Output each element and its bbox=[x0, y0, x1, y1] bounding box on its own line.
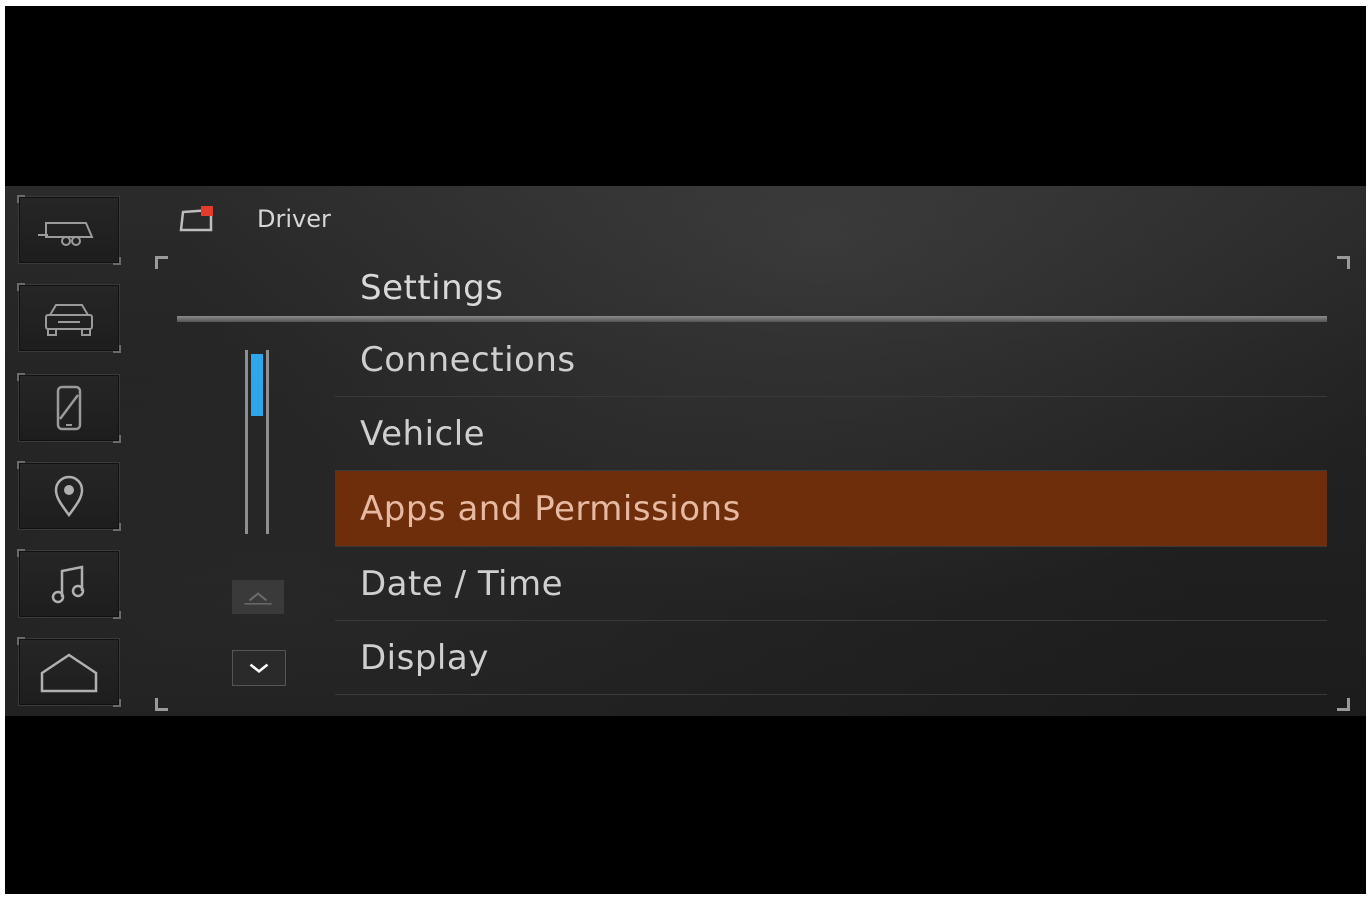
panel-corner-top-left bbox=[155, 256, 168, 269]
menu-item-label: Vehicle bbox=[360, 413, 486, 454]
driver-profile[interactable]: Driver bbox=[177, 204, 331, 234]
rail-music-button[interactable] bbox=[17, 549, 121, 619]
panel-corner-bottom-left bbox=[155, 698, 168, 711]
settings-panel: Settings Connections Vehicle Apps and Pe… bbox=[155, 256, 1350, 711]
chevron-up-icon bbox=[244, 592, 272, 605]
vehicle-icon bbox=[45, 304, 93, 336]
scroll-up-button[interactable] bbox=[232, 580, 284, 614]
trailer-icon bbox=[38, 222, 94, 246]
panel-corner-top-right bbox=[1337, 256, 1350, 269]
scrollbar[interactable] bbox=[245, 350, 269, 534]
menu-item-vehicle[interactable]: Vehicle bbox=[335, 397, 1327, 471]
chevron-down-icon bbox=[249, 663, 269, 674]
menu-item-label: Display bbox=[360, 637, 489, 678]
settings-menu: Connections Vehicle Apps and Permissions… bbox=[335, 323, 1327, 695]
page-title: Settings bbox=[360, 268, 504, 308]
rail-phone-button[interactable] bbox=[17, 373, 121, 443]
navigation-pin-icon bbox=[54, 475, 84, 518]
profile-label: Driver bbox=[257, 205, 331, 233]
title-divider bbox=[177, 316, 1327, 322]
infotainment-screen: Driver Settings Connections Vehicle Apps… bbox=[5, 186, 1366, 716]
menu-item-label: Date / Time bbox=[360, 563, 564, 604]
menu-item-connections[interactable]: Connections bbox=[335, 323, 1327, 397]
menu-item-label: Connections bbox=[360, 339, 576, 380]
rail-navigation-button[interactable] bbox=[17, 461, 121, 531]
music-icon bbox=[51, 565, 85, 604]
panel-corner-bottom-right bbox=[1337, 698, 1350, 711]
scrollbar-thumb[interactable] bbox=[251, 354, 263, 416]
menu-item-apps-and-permissions[interactable]: Apps and Permissions bbox=[335, 471, 1327, 547]
menu-item-display[interactable]: Display bbox=[335, 621, 1327, 695]
scroll-down-button[interactable] bbox=[232, 650, 286, 686]
home-icon bbox=[40, 653, 98, 693]
rail-home-button[interactable] bbox=[17, 637, 121, 707]
menu-item-label: Apps and Permissions bbox=[360, 488, 741, 529]
rail-vehicle-button[interactable] bbox=[17, 283, 121, 353]
menu-item-date-time[interactable]: Date / Time bbox=[335, 547, 1327, 621]
phone-icon bbox=[56, 385, 82, 431]
rail-trailer-button[interactable] bbox=[17, 195, 121, 265]
driver-profile-icon bbox=[177, 204, 217, 234]
